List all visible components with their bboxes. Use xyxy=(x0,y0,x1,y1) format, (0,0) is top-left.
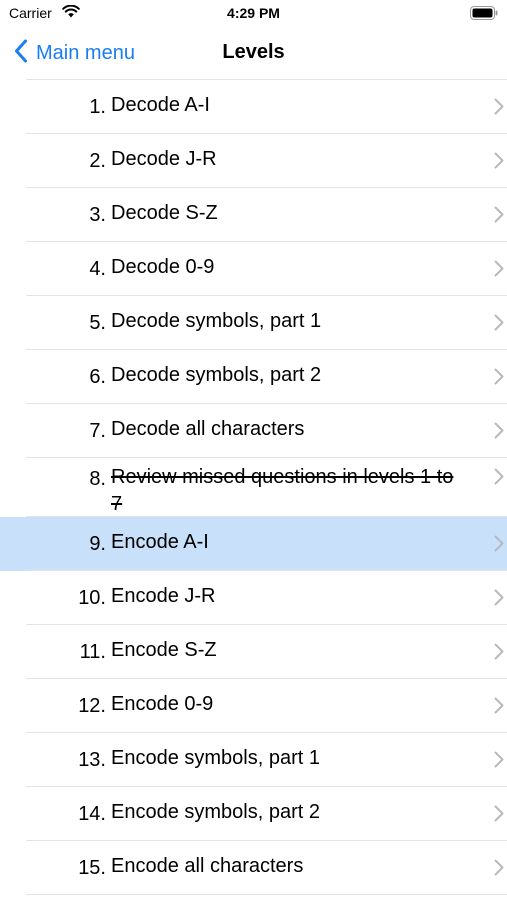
level-number: 10. xyxy=(78,587,106,609)
chevron-right-icon xyxy=(494,368,504,390)
level-label: Encode 0-9 xyxy=(111,693,214,715)
level-row[interactable]: 10. Encode J-R xyxy=(0,571,507,625)
level-row[interactable]: 14. Encode symbols, part 2 xyxy=(0,787,507,841)
level-label: Decode symbols, part 1 xyxy=(111,310,322,332)
level-label: Encode symbols, part 2 xyxy=(111,801,320,823)
level-label: Encode A-I xyxy=(111,531,209,553)
level-row[interactable]: 5. Decode symbols, part 1 xyxy=(0,296,507,350)
level-label: Decode S-Z xyxy=(111,202,218,224)
level-number: 3. xyxy=(89,204,106,226)
level-row[interactable]: 6. Decode symbols, part 2 xyxy=(0,350,507,404)
levels-list: 1. Decode A-I 2. Decode J-R 3. Decode S-Z 4. De… xyxy=(0,80,507,895)
level-row[interactable]: 9. Encode A-I xyxy=(0,517,507,571)
chevron-right-icon xyxy=(494,422,504,444)
level-row[interactable]: 13. Encode symbols, part 1 xyxy=(0,733,507,787)
level-label: Encode J-R xyxy=(111,585,216,607)
level-row[interactable]: 4. Decode 0-9 xyxy=(0,242,507,296)
level-number: 6. xyxy=(89,366,106,388)
level-row[interactable]: 2. Decode J-R xyxy=(0,134,507,188)
chevron-right-icon xyxy=(494,535,504,557)
level-number: 15. xyxy=(78,857,106,879)
chevron-right-icon xyxy=(494,589,504,611)
level-number: 12. xyxy=(78,695,106,717)
page-title: Levels xyxy=(222,41,285,63)
level-number: 2. xyxy=(89,150,106,172)
level-number: 7. xyxy=(89,420,106,442)
chevron-right-icon xyxy=(494,260,504,282)
level-label: Review missed questions in levels 1 to 7 xyxy=(111,466,454,515)
chevron-right-icon xyxy=(494,805,504,827)
status-time: 4:29 PM xyxy=(227,5,280,21)
chevron-right-icon xyxy=(494,751,504,773)
level-row[interactable]: 3. Decode S-Z xyxy=(0,188,507,242)
navigation-bar: Main menu Levels xyxy=(0,28,507,78)
level-label: Encode symbols, part 1 xyxy=(111,747,320,769)
level-number: 8. xyxy=(89,468,106,490)
row-divider xyxy=(26,894,507,895)
level-row[interactable]: 11. Encode S-Z xyxy=(0,625,507,679)
level-row[interactable]: 1. Decode A-I xyxy=(0,80,507,134)
level-label: Encode all characters xyxy=(111,855,304,877)
level-label: Decode symbols, part 2 xyxy=(111,364,322,386)
chevron-right-icon xyxy=(494,152,504,174)
chevron-right-icon xyxy=(494,643,504,665)
level-number: 14. xyxy=(78,803,106,825)
level-label: Decode J-R xyxy=(111,148,217,170)
chevron-right-icon xyxy=(494,98,504,120)
level-number: 1. xyxy=(89,96,106,118)
level-number: 11. xyxy=(79,641,106,663)
level-number: 4. xyxy=(89,258,106,280)
chevron-right-icon xyxy=(494,859,504,881)
chevron-right-icon xyxy=(494,206,504,228)
chevron-right-icon xyxy=(494,697,504,719)
level-label: Encode S-Z xyxy=(111,639,217,661)
battery-icon xyxy=(470,6,498,25)
level-number: 5. xyxy=(89,312,106,334)
status-bar: Carrier 4:29 PM xyxy=(0,0,507,28)
level-label: Decode all characters xyxy=(111,418,305,440)
level-label: Decode A-I xyxy=(111,94,210,116)
level-row[interactable]: 7. Decode all characters xyxy=(0,404,507,458)
level-label: Decode 0-9 xyxy=(111,256,215,278)
level-row[interactable]: 12. Encode 0-9 xyxy=(0,679,507,733)
level-row[interactable]: 8. Review missed questions in levels 1 to… xyxy=(0,458,507,517)
chevron-right-icon xyxy=(494,314,504,336)
level-number: 13. xyxy=(78,749,106,771)
chevron-right-icon xyxy=(494,468,504,490)
level-number: 9. xyxy=(89,533,106,555)
level-row[interactable]: 15. Encode all characters xyxy=(0,841,507,895)
